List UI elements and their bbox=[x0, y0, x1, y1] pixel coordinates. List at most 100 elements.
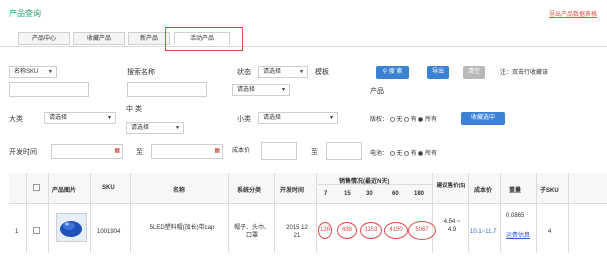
big-category-label: 大类 bbox=[9, 116, 23, 123]
select-all-checkbox[interactable] bbox=[33, 184, 40, 191]
sales-60: 4150 bbox=[389, 227, 403, 233]
col-header-profit: 建议售价($) bbox=[436, 183, 466, 189]
search-button[interactable]: ⚲ 搜 索 bbox=[376, 66, 409, 79]
sales-30-oval: 1153 bbox=[360, 222, 382, 239]
export-button[interactable]: 导出 bbox=[427, 66, 449, 79]
sales-15: 438 bbox=[341, 227, 352, 233]
chevron-down-icon: ▼ bbox=[48, 69, 53, 75]
tab-new-products[interactable]: 新产品 bbox=[128, 32, 170, 45]
rights-label: 版权： bbox=[370, 117, 389, 123]
col-header-7: 7 bbox=[324, 191, 328, 197]
to-label: 至 bbox=[136, 149, 143, 156]
hint-text: 注：双击行收藏该 bbox=[500, 70, 549, 76]
clear-button[interactable]: 清空 bbox=[463, 66, 485, 79]
row-category: 帽子、头巾、口罩 bbox=[234, 225, 271, 239]
col-divider bbox=[432, 173, 433, 253]
table-header-divider bbox=[9, 203, 607, 204]
col-header-weight: 重量 bbox=[509, 188, 522, 194]
sku-input[interactable] bbox=[9, 82, 89, 97]
chevron-down-icon: ▼ bbox=[175, 125, 180, 131]
col-divider bbox=[130, 173, 131, 253]
col-header-sales: 销售情况(最近N天) bbox=[339, 179, 390, 185]
col-header-180: 180 bbox=[414, 191, 425, 197]
product-image[interactable] bbox=[56, 213, 87, 242]
mid-category-select-value: 请选择 bbox=[131, 125, 150, 131]
big-category-select[interactable]: 请选择 ▼ bbox=[44, 112, 116, 124]
rights-opt-none-label: 无 bbox=[396, 117, 403, 123]
search-name-label: 搜索名称 bbox=[127, 69, 155, 76]
sales-30: 1153 bbox=[364, 227, 378, 233]
row-weight: 0.0865 bbox=[506, 213, 525, 219]
row-checkbox[interactable] bbox=[33, 227, 40, 234]
row-cost[interactable]: 10.1~11.7 bbox=[470, 229, 496, 235]
status-select-2-value: 请选择 bbox=[237, 87, 256, 93]
chevron-down-icon: ▼ bbox=[107, 115, 112, 121]
dev-time-label: 开发时间 bbox=[9, 149, 37, 156]
col-divider bbox=[90, 173, 91, 253]
battery-radio-none[interactable] bbox=[389, 150, 395, 156]
calendar-icon[interactable]: ▦ bbox=[214, 147, 220, 154]
rights-radio-all[interactable] bbox=[418, 116, 424, 122]
row-index: 1 bbox=[15, 229, 19, 235]
sales-7: 126 bbox=[319, 227, 330, 233]
favorite-selected-button[interactable]: 收藏选中 bbox=[461, 112, 505, 125]
row-name: 5LED塑料帽(加长)带cap bbox=[149, 225, 215, 231]
cost-min-input[interactable] bbox=[261, 142, 297, 160]
freight-estimate-link[interactable]: 运费估算 bbox=[506, 232, 530, 240]
big-category-select-value: 请选择 bbox=[49, 115, 68, 121]
page-title: 产品查询 bbox=[9, 9, 41, 18]
row-sub-sku: 4 bbox=[548, 229, 552, 235]
battery-opt-none-label: 无 bbox=[396, 151, 403, 157]
status-select[interactable]: 请选择 ▼ bbox=[258, 66, 308, 78]
small-category-select-value: 请选择 bbox=[263, 115, 282, 121]
product-image-graphic bbox=[57, 214, 86, 241]
battery-radio-yes[interactable] bbox=[404, 150, 410, 156]
rights-radio-none[interactable] bbox=[389, 116, 395, 122]
mid-category-select[interactable]: 请选择 ▼ bbox=[126, 122, 184, 134]
row-profit: 4.54 ~ 4.9 bbox=[443, 219, 461, 233]
small-category-label: 小类 bbox=[237, 116, 251, 123]
sku-type-select[interactable]: 名称SKU ▼ bbox=[9, 66, 57, 78]
row-sku: 1001904 bbox=[97, 229, 121, 235]
status-select-2[interactable]: 请选择 ▼ bbox=[232, 84, 290, 96]
battery-label: 电池： bbox=[370, 151, 389, 157]
row-dev-time: 2015 12 21 bbox=[286, 225, 308, 239]
col-header-cost: 成本价 bbox=[474, 188, 493, 194]
chevron-down-icon: ▼ bbox=[299, 69, 304, 75]
sales-60-oval: 4150 bbox=[384, 222, 408, 239]
battery-opt-all-label: 所有 bbox=[425, 151, 438, 157]
small-category-select[interactable]: 请选择 ▼ bbox=[258, 112, 338, 124]
mid-category-label: 中 类 bbox=[126, 106, 142, 113]
tab-favorite-products[interactable]: 收藏产品 bbox=[73, 32, 125, 45]
rights-opt-yes-label: 有 bbox=[410, 117, 417, 123]
col-divider bbox=[48, 173, 49, 253]
export-table-link[interactable]: 导出产品数据表格 bbox=[549, 9, 597, 18]
highlight-box bbox=[165, 27, 243, 51]
rights-radio-yes[interactable] bbox=[404, 116, 410, 122]
calendar-icon[interactable]: ▦ bbox=[114, 147, 120, 154]
sales-180: 5067 bbox=[415, 227, 429, 233]
col-divider bbox=[468, 173, 469, 253]
chevron-down-icon: ▼ bbox=[281, 87, 286, 93]
rights-opt-all-label: 所有 bbox=[425, 117, 438, 123]
col-header-dev-time: 开发时间 bbox=[280, 188, 305, 194]
tab-product-center[interactable]: 产品中心 bbox=[18, 32, 70, 45]
battery-radio-all[interactable] bbox=[418, 150, 424, 156]
col-header-30: 30 bbox=[366, 191, 373, 197]
col-header-category: 系统分类 bbox=[237, 188, 262, 194]
sku-type-select-value: 名称SKU bbox=[14, 69, 39, 75]
col-divider bbox=[500, 173, 501, 253]
status-label: 状态 bbox=[237, 69, 251, 76]
cost-max-input[interactable] bbox=[326, 142, 362, 160]
col-divider bbox=[274, 173, 275, 253]
dev-time-end-input[interactable]: ▦ bbox=[151, 144, 223, 159]
battery-opt-yes-label: 有 bbox=[410, 151, 417, 157]
dev-time-start-input[interactable]: ▦ bbox=[51, 144, 123, 159]
col-divider bbox=[536, 173, 537, 253]
col-divider bbox=[568, 173, 569, 253]
search-button-label: 搜 索 bbox=[388, 69, 403, 75]
cost-to-label: 至 bbox=[311, 149, 318, 156]
name-input[interactable] bbox=[127, 82, 207, 97]
rights-group: 版权： 无 有 所有 bbox=[370, 114, 437, 123]
col-divider bbox=[316, 173, 317, 253]
